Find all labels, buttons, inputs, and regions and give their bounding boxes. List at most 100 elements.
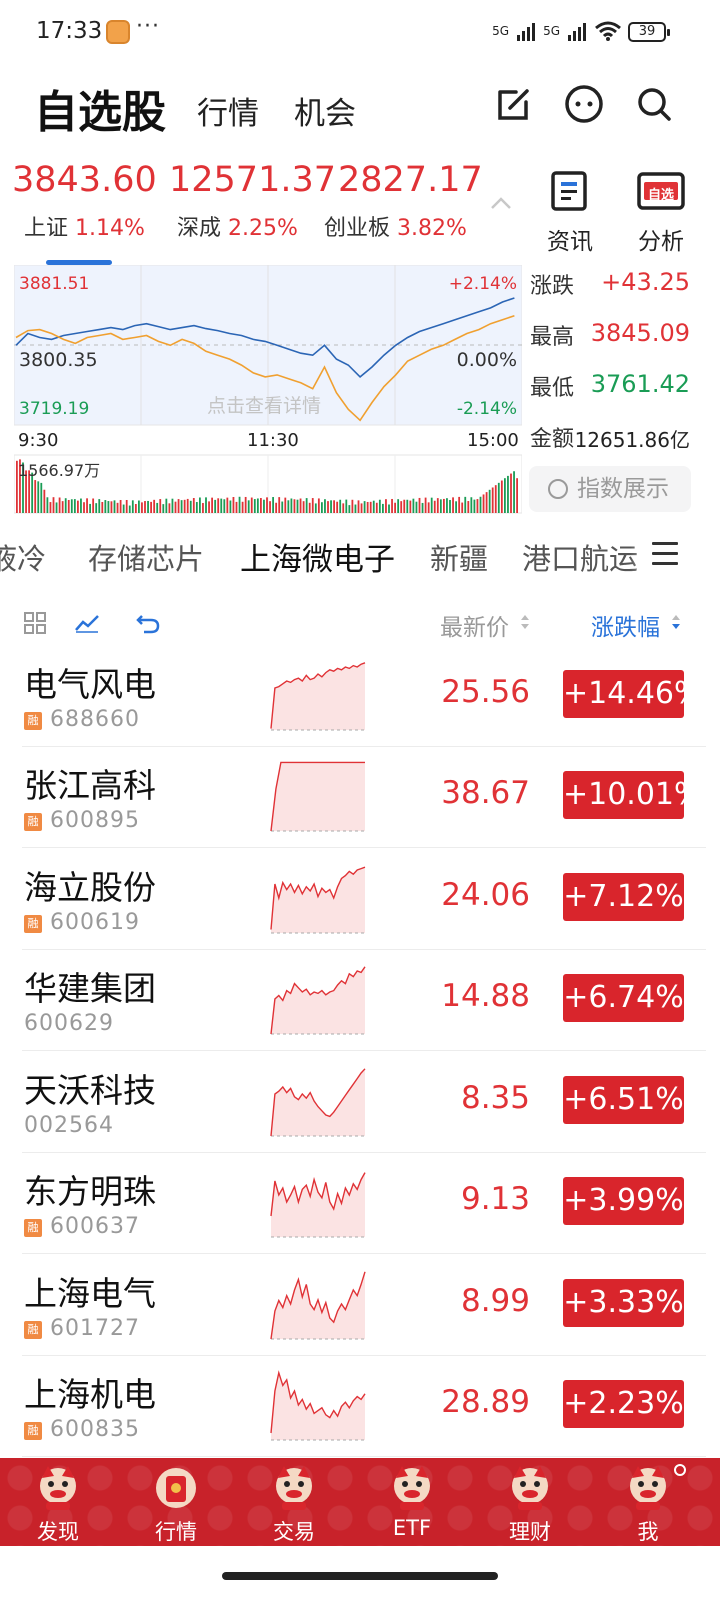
sparkline [270, 1271, 366, 1340]
chart-low-pct: -2.14% [456, 399, 517, 419]
nav-trade[interactable]: 交易 [246, 1458, 342, 1546]
sector-tab-active[interactable]: 上海微电子 [240, 534, 395, 579]
volume-bar [369, 501, 372, 513]
volume-bar [116, 502, 119, 513]
index-display-button[interactable]: 指数展示 [529, 466, 691, 512]
volume-bar [232, 497, 235, 513]
volume-bar [186, 498, 189, 513]
volume-bar [363, 501, 366, 513]
index-sz[interactable]: 12571.37 深成 2.25% [169, 160, 336, 242]
nav-market[interactable]: 行情 [128, 1458, 224, 1546]
volume-bar [49, 502, 52, 513]
stock-change-badge[interactable]: +10.01% [563, 771, 703, 819]
stock-row[interactable]: 东方明珠 融 600637 9.13 +3.99% [0, 1153, 720, 1254]
stock-code: 600619 [50, 910, 140, 935]
volume-bar [427, 502, 430, 513]
volume-bar [375, 502, 378, 513]
stock-change-badge[interactable]: +3.99% [563, 1177, 684, 1225]
volume-bar [217, 498, 220, 513]
stock-change-badge[interactable]: +6.74% [563, 974, 684, 1022]
stock-row[interactable]: 海立股份 融 600619 24.06 +7.12% [0, 849, 720, 950]
volume-bar [345, 499, 348, 513]
index-cyb[interactable]: 2827.17 创业板 3.82% [324, 160, 483, 242]
stock-row[interactable]: 电气风电 融 688660 25.56 +14.46% [0, 646, 720, 747]
analysis-button[interactable]: 自选 分析 [626, 170, 696, 256]
stock-price: 25.56 [441, 674, 530, 710]
volume-bar [443, 498, 445, 513]
news-button[interactable]: 资讯 [535, 170, 605, 256]
tab-watchlist[interactable]: 自选股 [34, 76, 166, 140]
stock-row[interactable]: 天沃科技 002564 8.35 +6.51% [0, 1052, 720, 1153]
volume-bar [494, 485, 497, 513]
volume-bar [192, 498, 195, 513]
volume-bar [199, 497, 201, 513]
chart-mid-label: 3800.35 [19, 349, 98, 371]
volume-bar [168, 503, 171, 513]
stock-row[interactable]: 华建集团 600629 14.88 +6.74% [0, 950, 720, 1051]
index-name: 深成 [177, 216, 222, 241]
time-open: 9:30 [18, 430, 59, 451]
volume-bar [223, 499, 226, 513]
volume-bar [83, 502, 85, 513]
sector-tab[interactable]: 新疆 [430, 536, 488, 578]
mascot-icon [630, 1466, 666, 1510]
volume-bar [446, 498, 448, 513]
volume-bar [260, 498, 262, 513]
stock-change-badge[interactable]: +6.51% [563, 1076, 684, 1124]
edit-icon[interactable] [494, 84, 534, 124]
nav-etf[interactable]: ETF [364, 1458, 460, 1546]
volume-bar [400, 501, 403, 513]
nav-discover[interactable]: 发现 [10, 1458, 106, 1546]
news-icon [551, 171, 587, 211]
undo-icon[interactable] [136, 612, 160, 634]
more-icon[interactable] [564, 84, 604, 124]
volume-bar [171, 498, 174, 513]
volume-bar [95, 503, 98, 513]
battery-icon: 39 [628, 22, 670, 42]
volume-bar [418, 497, 421, 513]
volume-bar [510, 473, 512, 513]
stock-change-badge[interactable]: +2.23% [563, 1380, 684, 1428]
intraday-chart[interactable]: 3881.51 3800.35 3719.19 +2.14% 0.00% -2.… [13, 264, 523, 515]
chevron-up-icon[interactable] [490, 196, 512, 210]
index-name: 创业板 [324, 216, 391, 241]
volume-bar [134, 504, 137, 513]
volume-bar [247, 500, 250, 513]
stock-name: 海立股份 [24, 868, 156, 907]
stock-change-badge[interactable]: +3.33% [563, 1279, 684, 1327]
volume-bar [153, 499, 156, 513]
trend-view-icon[interactable] [74, 612, 100, 634]
nav-wealth[interactable]: 理财 [482, 1458, 578, 1546]
stat-low-value: 3761.42 [590, 370, 690, 398]
volume-bar [336, 501, 339, 513]
change-column-header[interactable]: 涨跌幅 [591, 608, 660, 642]
volume-bar [238, 496, 241, 513]
volume-bar [64, 498, 67, 513]
volume-bar [195, 502, 198, 513]
volume-bar [302, 501, 305, 513]
volume-bar [372, 500, 375, 513]
volume-bar [125, 499, 128, 513]
tab-market[interactable]: 行情 [197, 88, 259, 133]
stock-row[interactable]: 上海机电 融 600835 28.89 +2.23% [0, 1356, 720, 1457]
volume-bar [385, 499, 387, 513]
tab-opportunity[interactable]: 机会 [294, 88, 356, 133]
stock-change-badge[interactable]: +14.46% [563, 670, 703, 718]
volume-bar [272, 497, 274, 513]
stock-change-badge[interactable]: +7.12% [563, 873, 684, 921]
mascot-icon [276, 1466, 312, 1510]
sector-tab[interactable]: 液冷 [0, 536, 46, 578]
search-icon[interactable] [634, 84, 674, 124]
sector-tab[interactable]: 存储芯片 [88, 536, 204, 578]
time-mid: 11:30 [247, 430, 299, 451]
menu-icon[interactable] [652, 542, 678, 565]
stock-row[interactable]: 上海电气 融 601727 8.99 +3.33% [0, 1255, 720, 1356]
sector-tab[interactable]: 港口航运 [522, 536, 638, 578]
stock-row[interactable]: 张江高科 融 600895 38.67 +10.01% [0, 747, 720, 848]
volume-bar [34, 480, 37, 513]
grid-view-icon[interactable] [24, 612, 46, 634]
index-sh[interactable]: 3843.60 上证 1.14% [12, 160, 157, 242]
price-column-header[interactable]: 最新价 [440, 608, 509, 642]
nav-label: 理财 [509, 1520, 551, 1544]
volume-bar [406, 499, 409, 513]
